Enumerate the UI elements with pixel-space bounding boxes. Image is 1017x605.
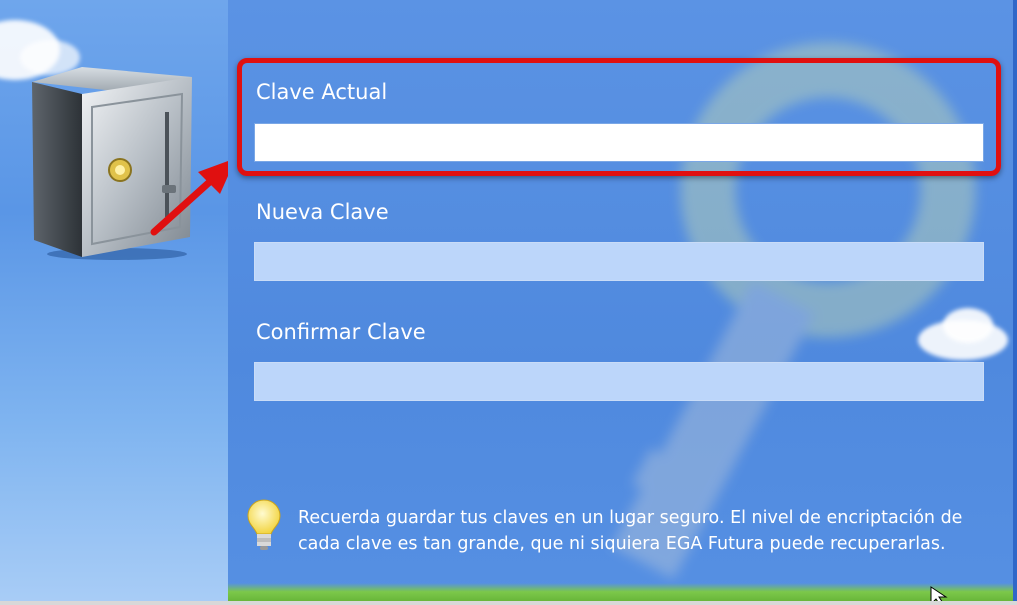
window-border — [1013, 0, 1017, 605]
annotation-highlight-box — [237, 58, 1001, 176]
new-password-label: Nueva Clave — [256, 200, 389, 224]
confirm-password-input[interactable] — [254, 362, 984, 401]
security-hint-text: Recuerda guardar tus claves en un lugar … — [298, 508, 963, 554]
window-bottom-border — [0, 601, 1017, 605]
new-password-input[interactable] — [254, 242, 984, 281]
illustration-panel — [0, 0, 228, 605]
annotation-arrow — [150, 160, 228, 236]
lightbulb-icon — [247, 499, 281, 550]
cloud-decoration — [943, 308, 993, 343]
confirm-password-label: Confirmar Clave — [256, 320, 426, 344]
